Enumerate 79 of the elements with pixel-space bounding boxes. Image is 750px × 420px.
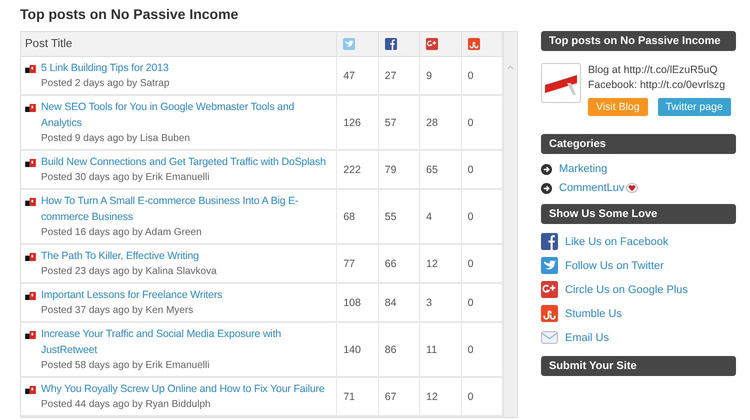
post-meta: Posted 44 days ago by Ryan Biddulph [41,398,212,412]
post-link[interactable]: 5 Link Building Tips for 2013 [41,60,170,76]
post-meta: Posted 2 days ago by Satrap [41,77,170,91]
npi-logo-icon [25,104,36,112]
widget-heading: Top posts on No Passive Income [541,31,736,51]
npi-logo-icon [541,63,581,103]
count-cell: 126 [336,95,378,150]
count-cell: 68 [336,189,378,244]
google-plus-icon [541,281,558,298]
post-link[interactable]: Build New Connections and Get Targeted Traffic with DoSplash [41,154,326,170]
post-meta: Posted 30 days ago by Erik Emanuelli [41,171,210,185]
post-meta: Posted 9 days ago by Lisa Buben [41,132,191,146]
heart-icon [626,183,638,193]
count-cell: 57 [378,95,420,150]
npi-logo-icon [25,292,36,300]
arrow-circle-icon [541,164,552,174]
widget-button[interactable]: Visit Blog [588,98,648,116]
count-cell: 27 [378,56,420,95]
widget-heading: Submit Your Site [541,356,736,376]
bird-icon [541,257,558,274]
category-link[interactable]: Marketing [559,163,608,175]
post-link[interactable]: Important Lessons for Freelance Writers [41,287,222,303]
count-cell: 222 [336,150,378,189]
count-cell: 9 [420,56,462,95]
count-cell: 4 [420,189,462,244]
count-cell: 77 [336,244,378,283]
count-cell: 79 [378,150,420,189]
post-meta: Posted 37 days ago by Ken Myers [41,304,194,318]
post-link[interactable]: New SEO Tools for You in Google Webmaster Tools and Analytics [41,99,334,131]
profile-text: Facebook: http://t.co/0evrlszg [588,78,726,93]
post-meta: Posted 58 days ago by Erik Emanuelli [41,359,210,373]
npi-logo-icon [25,65,36,73]
count-cell: 65 [420,150,462,189]
section-title: Top posts on No Passive Income [20,6,240,22]
count-cell: 28 [420,95,462,150]
widget-heading: Categories [541,134,736,154]
count-cell: 11 [420,322,462,377]
npi-logo-icon [25,331,36,339]
count-cell: 47 [336,56,378,95]
widget-heading: Show Us Some Love [541,204,736,224]
social-link[interactable]: Stumble Us [565,308,622,320]
npi-logo-icon [25,253,36,261]
count-cell: 108 [336,283,378,322]
npi-logo-icon [25,159,36,167]
count-cell: 86 [378,322,420,377]
post-link[interactable]: Increase Your Traffic and Social Media Exposure with JustRetweet [41,326,334,358]
social-link[interactable]: Email Us [565,332,610,344]
count-cell: 12 [420,377,462,416]
post-link[interactable]: How To Turn A Small E-commerce Business Into A Big E-commerce Business [41,193,334,225]
count-cell: 84 [378,283,420,322]
scrollbar[interactable] [503,32,517,417]
count-cell: 55 [378,189,420,244]
profile-text: Blog at http://t.co/lEzuR5uQ [588,63,719,78]
count-cell: 66 [378,244,420,283]
npi-logo-icon [25,386,36,394]
social-link[interactable]: Follow Us on Twitter [565,260,664,272]
column-header: Post Title [21,32,337,56]
count-cell: 71 [336,377,378,416]
social-link[interactable]: Circle Us on Google Plus [565,284,688,296]
count-cell: 140 [336,322,378,377]
social-link[interactable]: Like Us on Facebook [565,236,668,248]
post-meta: Posted 16 days ago by Adam Green [41,226,203,240]
stumbleupon-icon [541,305,558,322]
facebook-icon [541,233,558,250]
envelope-icon [541,329,558,346]
category-link[interactable]: CommentLuv [559,182,624,194]
widget-button[interactable]: Twitter page [658,98,731,116]
post-meta: Posted 23 days ago by Kalina Slavkova [41,265,217,279]
post-link[interactable]: Why You Royally Screw Up Online and How to Fix Your Failure [41,381,325,397]
count-cell: 67 [378,377,420,416]
arrow-circle-icon [541,182,552,194]
bird-icon [343,38,356,50]
post-link[interactable]: The Path To Killer, Effective Writing [41,248,217,264]
google-plus-icon [426,38,438,50]
stumbleupon-icon [468,38,480,50]
facebook-icon [384,38,397,50]
count-cell: 3 [420,283,462,322]
npi-logo-icon [25,198,36,206]
count-cell: 12 [420,244,462,283]
